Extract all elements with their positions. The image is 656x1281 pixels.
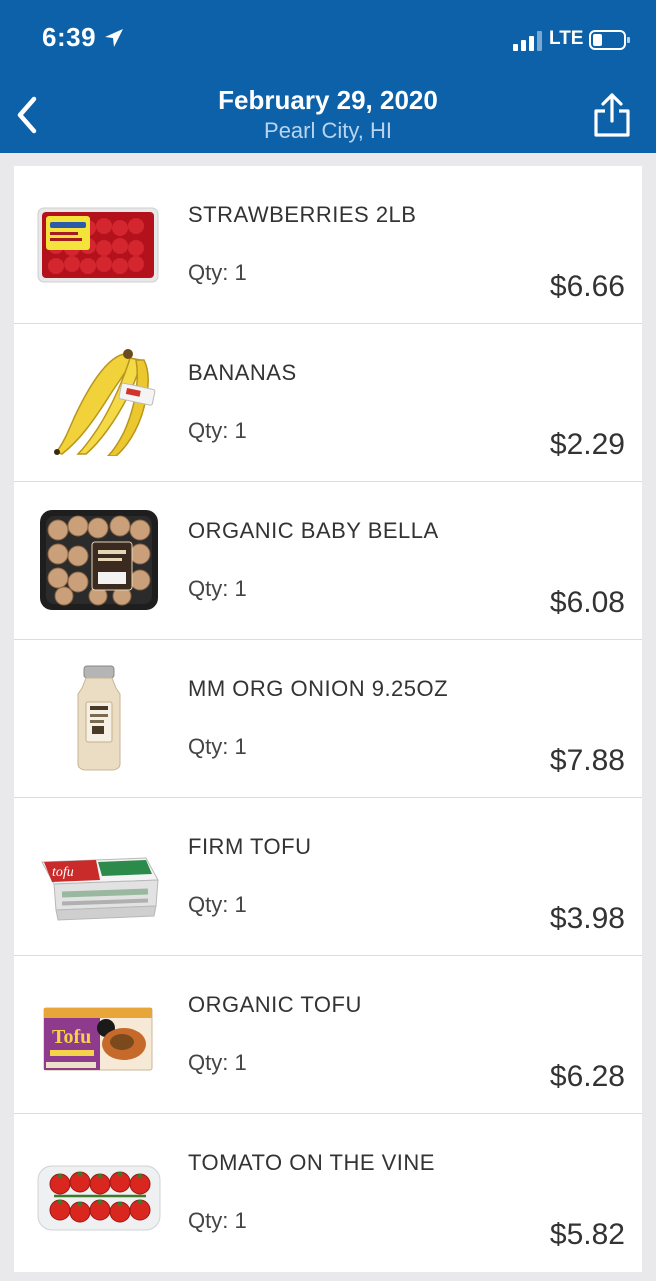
receipt-item-list: STRAWBERRIES 2LB Qty: 1 $6.66 BANANAS Qt… xyxy=(14,166,642,1272)
signal-bars-icon xyxy=(513,31,542,51)
share-icon[interactable] xyxy=(592,91,632,139)
item-name: ORGANIC TOFU xyxy=(188,992,362,1017)
strawberries-image xyxy=(37,207,159,283)
status-time: 6:39 xyxy=(42,22,97,52)
page-subtitle: Pearl City, HI xyxy=(264,118,392,143)
item-name: TOMATO ON THE VINE xyxy=(188,1150,435,1175)
tofu-pack-image: tofu xyxy=(41,857,159,921)
item-name: FIRM TOFU xyxy=(188,834,312,859)
item-qty: Qty: 1 xyxy=(188,1208,247,1233)
list-item[interactable]: MM ORG ONION 9.25OZ Qty: 1 $7.88 xyxy=(14,640,642,798)
tomatoes-image xyxy=(37,1165,161,1231)
item-qty: Qty: 1 xyxy=(188,576,247,601)
item-name: STRAWBERRIES 2LB xyxy=(188,202,417,227)
list-item[interactable]: STRAWBERRIES 2LB Qty: 1 $6.66 xyxy=(14,166,642,324)
organic-tofu-box-image: Tofu xyxy=(43,1007,153,1071)
list-item[interactable]: ORGANIC BABY BELLA Qty: 1 $6.08 xyxy=(14,482,642,640)
app-header: 6:39 LTE February 29, 2020 Pearl City, H… xyxy=(0,0,656,153)
item-name: MM ORG ONION 9.25OZ xyxy=(188,676,449,701)
bananas-image xyxy=(54,349,156,456)
status-bar: 6:39 LTE xyxy=(0,0,656,80)
item-price: $6.66 xyxy=(549,270,625,303)
svg-text:tofu: tofu xyxy=(52,865,74,880)
page-title: February 29, 2020 xyxy=(218,85,438,115)
mushrooms-image xyxy=(40,510,158,610)
carrier-label: LTE xyxy=(549,28,584,49)
item-name: ORGANIC BABY BELLA xyxy=(188,518,439,543)
item-name: BANANAS xyxy=(188,360,297,385)
list-item[interactable]: TOMATO ON THE VINE Qty: 1 $5.82 xyxy=(14,1114,642,1272)
item-price: $6.28 xyxy=(549,1060,625,1093)
item-price: $2.29 xyxy=(549,428,625,461)
svg-text:Tofu: Tofu xyxy=(52,1026,91,1048)
chevron-left-icon[interactable] xyxy=(10,93,48,137)
item-qty: Qty: 1 xyxy=(188,892,247,917)
battery-icon xyxy=(589,30,630,50)
item-qty: Qty: 1 xyxy=(188,260,247,285)
list-item[interactable]: BANANAS Qty: 1 $2.29 xyxy=(14,324,642,482)
list-item[interactable]: Tofu ORGANIC TOFU Qty: 1 $6.28 xyxy=(14,956,642,1114)
item-qty: Qty: 1 xyxy=(188,1050,247,1075)
list-item[interactable]: tofu FIRM TOFU Qty: 1 $3.98 xyxy=(14,798,642,956)
item-qty: Qty: 1 xyxy=(188,418,247,443)
item-price: $6.08 xyxy=(549,586,625,619)
item-price: $5.82 xyxy=(549,1218,625,1251)
onion-jar-image xyxy=(77,665,121,771)
item-price: $7.88 xyxy=(549,744,625,777)
item-price: $3.98 xyxy=(549,902,625,935)
location-arrow-icon xyxy=(105,29,123,47)
item-qty: Qty: 1 xyxy=(188,734,247,759)
